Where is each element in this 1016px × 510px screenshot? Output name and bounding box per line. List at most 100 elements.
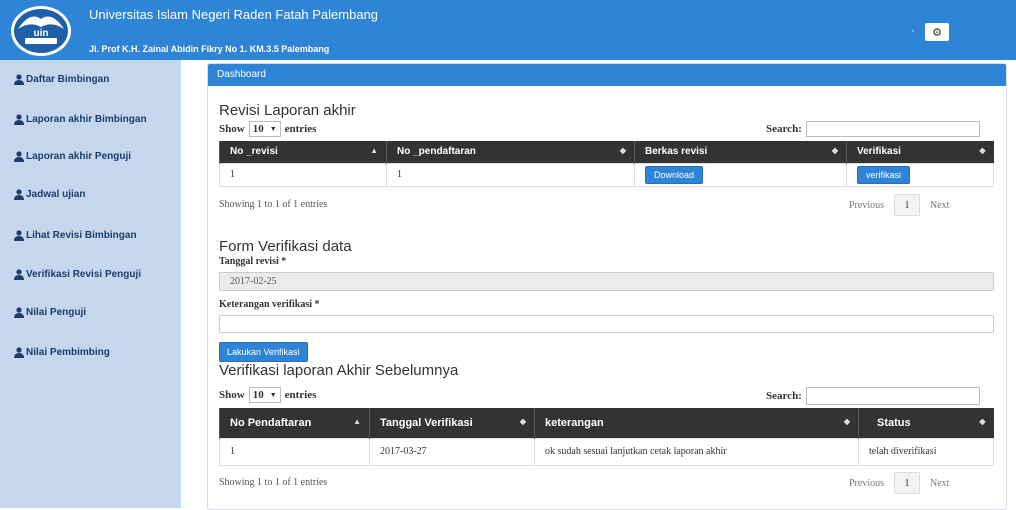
svg-text:uin: uin xyxy=(34,28,49,39)
sidebar-item-label: Laporan akhir Penguji xyxy=(26,151,132,162)
show-label: Show xyxy=(219,123,245,135)
history-table-info: Showing 1 to 1 of 1 entries xyxy=(219,477,328,488)
col-tanggal-verifikasi[interactable]: Tanggal Verifikasi ◆ xyxy=(369,408,535,438)
caret-down-icon: ▼ xyxy=(269,391,277,399)
page-1-button[interactable]: 1 xyxy=(894,194,920,216)
history-search-control: Search: xyxy=(766,387,980,405)
form-section-title: Form Verifikasi data xyxy=(219,238,352,255)
keterangan-label: Keterangan verifikasi * xyxy=(219,299,320,310)
next-button[interactable]: Next xyxy=(930,478,949,489)
sidebar-item-lihat-revisi-bimbingan[interactable]: Lihat Revisi Bimbingan xyxy=(14,230,137,241)
content-gutter xyxy=(181,60,207,508)
sidebar-item-label: Lihat Revisi Bimbingan xyxy=(26,230,137,241)
user-icon xyxy=(14,269,24,280)
sidebar-item-nilai-pembimbing[interactable]: Nilai Pembimbing xyxy=(14,347,110,358)
cell-berkas: Download xyxy=(634,162,847,187)
sort-icon: ◆ xyxy=(979,146,986,156)
sidebar-item-nilai-penguji[interactable]: Nilai Penguji xyxy=(14,307,86,318)
history-section-title: Verifikasi laporan Akhir Sebelumnya xyxy=(219,362,459,379)
revisi-search-input[interactable] xyxy=(805,121,980,137)
lakukan-verifikasi-button[interactable]: Lakukan Verifikasi xyxy=(219,342,308,362)
revisi-length-control: Show 10 ▼ entries xyxy=(219,121,316,137)
sidebar-item-laporan-akhir-bimbingan[interactable]: Laporan akhir Bimbingan xyxy=(14,114,147,125)
revisi-table-info: Showing 1 to 1 of 1 entries xyxy=(219,199,328,210)
user-icon xyxy=(14,307,24,318)
entries-label: entries xyxy=(284,123,317,135)
sort-icon: ◆ xyxy=(979,416,986,426)
cell-keterangan: ok sudah sesuai lanjutkan cetak laporan … xyxy=(534,437,859,466)
sidebar-item-daftar-bimbingan[interactable]: Daftar Bimbingan xyxy=(14,74,109,85)
col-no-pendaftaran[interactable]: No _pendaftaran ◆ xyxy=(386,141,635,163)
caret-down-icon: ▼ xyxy=(269,125,277,133)
sidebar-item-label: Jadwal ujian xyxy=(26,189,86,200)
verifikasi-button[interactable]: verifikasi xyxy=(857,165,911,184)
cell-verifikasi: verifikasi xyxy=(846,162,994,187)
length-value: 10 xyxy=(252,389,264,401)
university-address: Jl. Prof K.H. Zainal Abidin Fikry No 1. … xyxy=(89,44,330,54)
col-no-pendaftaran[interactable]: No Pendaftaran ▲ xyxy=(219,408,370,438)
col-no-revisi[interactable]: No _revisi ▲ xyxy=(219,141,387,163)
col-berkas-revisi[interactable]: Berkas revisi ◆ xyxy=(634,141,847,163)
gear-icon: ⚙ xyxy=(932,26,942,39)
history-pagination: Previous 1 Next xyxy=(849,472,949,494)
user-icon xyxy=(14,114,24,125)
settings-button[interactable]: ⚙ xyxy=(925,23,949,41)
university-logo: uin xyxy=(11,6,71,56)
col-verifikasi[interactable]: Verifikasi ◆ xyxy=(846,141,994,163)
user-icon xyxy=(14,151,24,162)
cell-tanggal: 2017-03-27 xyxy=(369,437,535,466)
next-button[interactable]: Next xyxy=(930,200,949,211)
revisi-search-control: Search: xyxy=(766,121,980,137)
previous-button[interactable]: Previous xyxy=(849,478,884,489)
sort-icon: ◆ xyxy=(831,146,838,156)
search-label: Search: xyxy=(766,390,802,402)
tanggal-revisi-label: Tanggal revisi * xyxy=(219,256,287,267)
header-dot: · xyxy=(911,25,915,37)
sidebar-item-label: Daftar Bimbingan xyxy=(26,74,110,85)
sidebar-item-laporan-akhir-penguji[interactable]: Laporan akhir Penguji xyxy=(14,151,131,162)
revisi-table: No _revisi ▲ No _pendaftaran ◆ Berkas revi… xyxy=(219,141,994,187)
table-row: 1 1 Download verifikasi xyxy=(219,162,994,187)
sidebar-item-label: Nilai Pembimbing xyxy=(26,347,110,358)
entries-label: entries xyxy=(284,389,317,401)
history-length-control: Show 10 ▼ entries xyxy=(219,387,316,403)
sort-asc-icon: ▲ xyxy=(370,146,378,156)
download-button[interactable]: Download xyxy=(645,165,704,184)
user-icon xyxy=(14,189,24,200)
table-header-row: No Pendaftaran ▲ Tanggal Verifikasi ◆ kete… xyxy=(219,408,994,438)
panel-heading: Dashboard xyxy=(208,64,1006,86)
tanggal-revisi-field[interactable]: 2017-02-25 xyxy=(219,272,994,291)
sidebar-item-label: Nilai Penguji xyxy=(26,307,87,318)
revisi-section-title: Revisi Laporan akhir xyxy=(219,102,356,119)
user-icon xyxy=(14,230,24,241)
sort-icon: ◆ xyxy=(619,146,626,156)
sidebar-item-label: Verifikasi Revisi Penguji xyxy=(26,269,142,280)
sidebar xyxy=(0,60,181,508)
length-value: 10 xyxy=(252,123,264,135)
history-search-input[interactable] xyxy=(805,387,980,405)
top-header: uin Universitas Islam Negeri Raden Fatah… xyxy=(0,0,1016,60)
cell-no-revisi: 1 xyxy=(219,162,387,187)
col-status[interactable]: Status ◆ xyxy=(858,408,994,438)
revisi-length-select[interactable]: 10 ▼ xyxy=(248,121,281,137)
previous-button[interactable]: Previous xyxy=(849,200,884,211)
page-1-button[interactable]: 1 xyxy=(894,472,920,494)
sort-asc-icon: ▲ xyxy=(353,416,361,426)
cell-status: telah diverifikasi xyxy=(858,437,994,466)
cell-no-pendaftaran: 1 xyxy=(219,437,370,466)
history-length-select[interactable]: 10 ▼ xyxy=(248,387,281,403)
sort-icon: ◆ xyxy=(519,416,526,426)
sidebar-item-jadwal-ujian[interactable]: Jadwal ujian xyxy=(14,189,85,200)
col-keterangan[interactable]: keterangan ◆ xyxy=(534,408,859,438)
sidebar-item-verifikasi-revisi-penguji[interactable]: Verifikasi Revisi Penguji xyxy=(14,269,141,280)
table-header-row: No _revisi ▲ No _pendaftaran ◆ Berkas revi… xyxy=(219,141,994,163)
show-label: Show xyxy=(219,389,245,401)
keterangan-field[interactable] xyxy=(219,315,994,333)
university-name: Universitas Islam Negeri Raden Fatah Pal… xyxy=(89,7,379,22)
history-table: No Pendaftaran ▲ Tanggal Verifikasi ◆ kete… xyxy=(219,408,994,466)
user-icon xyxy=(14,347,24,358)
user-icon xyxy=(14,74,24,85)
cell-no-pendaftaran: 1 xyxy=(386,162,635,187)
sort-icon: ◆ xyxy=(843,416,850,426)
sidebar-item-label: Laporan akhir Bimbingan xyxy=(26,114,147,125)
